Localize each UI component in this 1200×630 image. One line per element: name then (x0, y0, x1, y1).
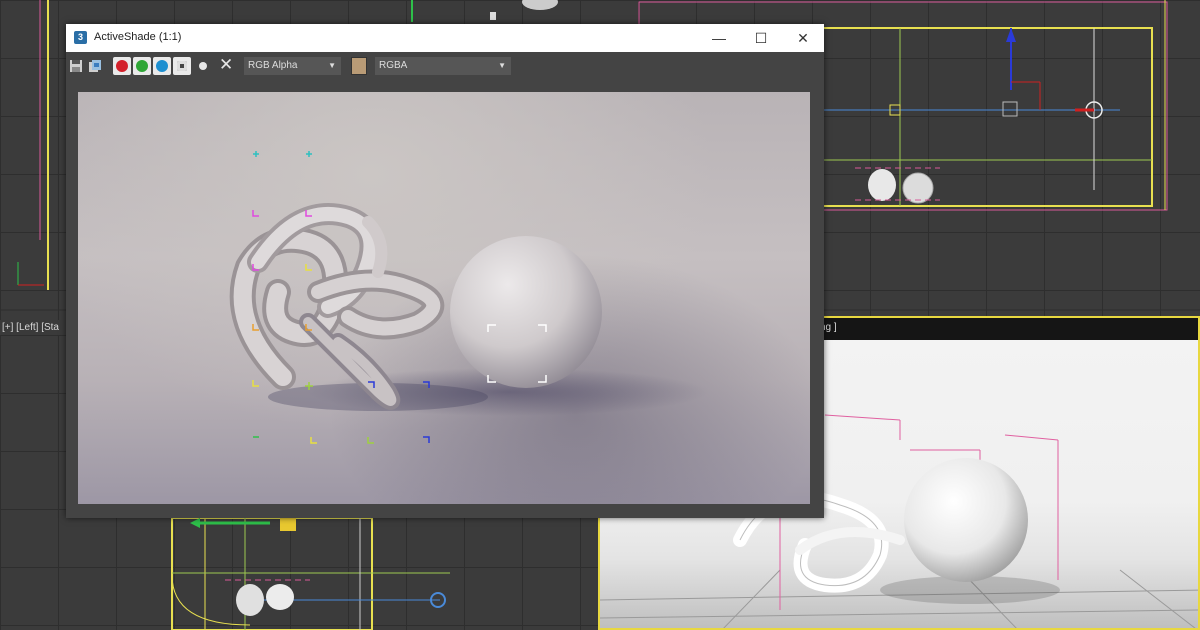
channel-mode-value: RGBA (379, 60, 408, 71)
maximize-button[interactable]: ☐ (746, 28, 776, 48)
left-viewport-label[interactable]: [+] [Left] [Sta (2, 322, 59, 333)
activeshade-titlebar[interactable]: 3 ActiveShade (1:1) — ☐ ✕ (66, 24, 824, 52)
red-channel-button[interactable] (113, 57, 131, 75)
monochrome-icon[interactable] (196, 59, 210, 73)
render-output[interactable] (78, 92, 810, 504)
close-button[interactable]: ✕ (788, 28, 818, 48)
red-channel-icon (116, 60, 128, 72)
window-title: ActiveShade (1:1) (94, 31, 182, 43)
background-color-swatch[interactable] (351, 57, 367, 75)
clear-icon[interactable]: ✕ (219, 55, 233, 75)
blue-channel-button[interactable] (153, 57, 171, 75)
minimize-button[interactable]: — (704, 28, 734, 48)
blue-channel-icon (156, 60, 168, 72)
activeshade-toolbar: ✕ RGB Alpha ▼ RGBA ▼ (66, 52, 824, 81)
app-logo-icon: 3 (74, 31, 87, 44)
copy-image-icon[interactable] (88, 59, 102, 73)
alpha-channel-icon (177, 61, 187, 71)
green-channel-button[interactable] (133, 57, 151, 75)
channel-mode-dropdown[interactable]: RGBA ▼ (375, 57, 511, 75)
chevron-down-icon: ▼ (498, 61, 506, 70)
save-image-icon[interactable] (69, 59, 83, 73)
activeshade-window[interactable]: 3 ActiveShade (1:1) — ☐ ✕ ✕ RGB Alpha ▼ … (66, 24, 824, 518)
green-channel-icon (136, 60, 148, 72)
alpha-channel-button[interactable] (173, 57, 191, 75)
display-channel-dropdown[interactable]: RGB Alpha ▼ (244, 57, 341, 75)
chevron-down-icon: ▼ (328, 61, 336, 70)
display-channel-value: RGB Alpha (248, 60, 298, 71)
rendered-scene (229, 151, 708, 444)
